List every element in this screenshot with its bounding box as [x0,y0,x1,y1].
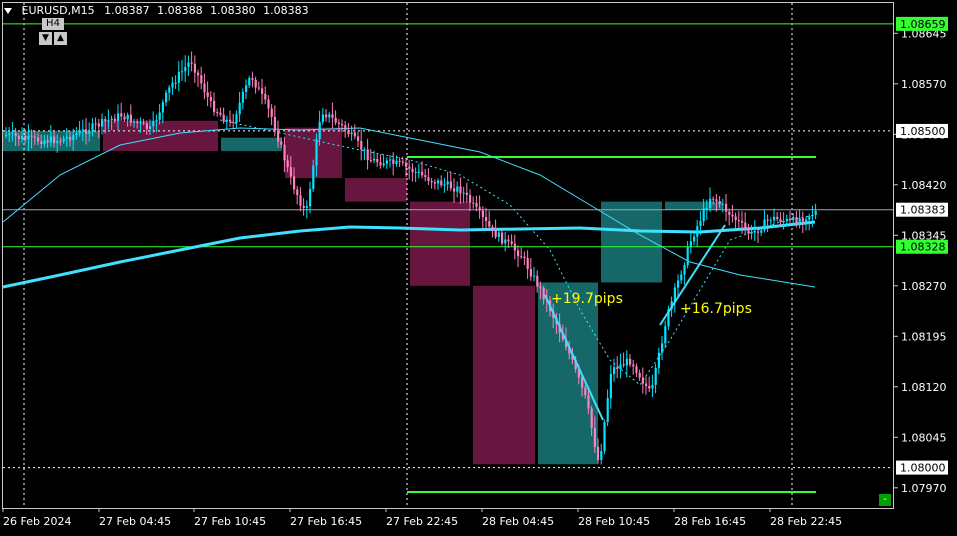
price-tick-label: 1.08045 [901,431,947,444]
open-price: 1.08387 [104,4,150,17]
price-tick-label: 1.08420 [901,179,947,192]
price-tick-label: 1.08270 [901,280,947,293]
timeframe-label: H4 [42,18,64,30]
price-tick-label: 1.08120 [901,381,947,394]
price-tick-label: 1.08195 [901,330,947,343]
timeframe-up-button[interactable]: ▲ [54,32,67,45]
price-label-text: 1.08328 [900,241,946,254]
timeframe-down-button[interactable]: ▼ [39,32,52,45]
collapse-button[interactable]: - [879,494,891,506]
chart-header: EURUSD,M15 1.08387 1.08388 1.08380 1.083… [4,4,309,17]
time-tick-label: 27 Feb 22:45 [386,515,458,528]
time-tick-label: 27 Feb 10:45 [194,515,266,528]
time-tick-label: 27 Feb 04:45 [99,515,171,528]
time-tick-label: 28 Feb 22:45 [770,515,842,528]
symbol-label: EURUSD,M15 [21,4,95,17]
timeframe-panel: H4 ▼ ▲ [38,18,68,47]
time-tick-label: 27 Feb 16:45 [290,515,362,528]
price-tick-label: 1.07970 [901,482,947,495]
price-tick-label: 1.08570 [901,78,947,91]
time-tick-label: 28 Feb 16:45 [674,515,746,528]
price-label-text: 1.08383 [900,204,946,217]
menu-triangle-icon[interactable] [4,8,12,14]
plot-frame [2,2,894,509]
high-price: 1.08388 [157,4,203,17]
time-tick-label: 26 Feb 2024 [3,515,71,528]
low-price: 1.08380 [210,4,256,17]
price-label-text: 1.08659 [900,18,946,31]
price-label-text: 1.08500 [900,125,946,138]
price-label-text: 1.08000 [900,462,946,475]
close-price: 1.08383 [263,4,309,17]
time-tick-label: 28 Feb 04:45 [482,515,554,528]
time-tick-label: 28 Feb 10:45 [578,515,650,528]
